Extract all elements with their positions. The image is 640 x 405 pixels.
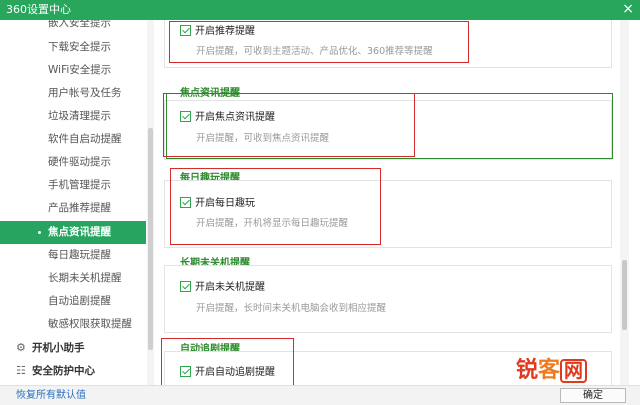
sidebar-scrollbar-thumb[interactable] <box>148 128 153 350</box>
checkbox-icon[interactable] <box>180 196 191 208</box>
sidebar-item-label: 下载安全提示 <box>48 41 111 53</box>
sidebar-item-label: 手机管理提示 <box>48 179 111 191</box>
checkbox-label: 开启自动追剧提醒 <box>195 367 275 378</box>
sidebar-item-auto-drama[interactable]: 自动追剧提醒 <box>0 290 146 313</box>
watermark-text: 网 <box>560 359 588 383</box>
content-scrollbar-thumb[interactable] <box>622 260 627 330</box>
section-title-focus-news: 焦点资讯提醒 <box>180 88 240 99</box>
checkbox-label: 开启未关机提醒 <box>195 282 265 293</box>
sidebar-item-product-recommend[interactable]: 产品推荐提醒 <box>0 197 146 220</box>
sidebar-item-embed-security[interactable]: 嵌入安全提示 <box>0 20 146 35</box>
checkbox-label: 开启焦点资讯提醒 <box>195 112 275 123</box>
sidebar-item-label: 焦点资讯提醒 <box>48 226 111 238</box>
sidebar-item-download-security[interactable]: 下载安全提示 <box>0 36 146 59</box>
title-bar: 360设置中心 × <box>0 0 640 20</box>
site-watermark-logo: 锐客网 <box>516 358 588 384</box>
active-dot-icon <box>38 231 41 234</box>
sidebar-item-junk-cleanup[interactable]: 垃圾清理提示 <box>0 105 146 128</box>
checkbox-label: 开启每日趣玩 <box>195 198 255 209</box>
checkbox-icon[interactable] <box>180 280 191 292</box>
checkbox-enable-auto-drama[interactable]: 开启自动追剧提醒 <box>180 365 275 380</box>
sidebar-item-label: 每日趣玩提醒 <box>48 249 111 261</box>
sidebar-scrollbar[interactable] <box>147 20 154 385</box>
sidebar-item-driver-tips[interactable]: 硬件驱动提示 <box>0 151 146 174</box>
section-description: 开启提醒，开机将显示每日趣玩提醒 <box>196 218 349 229</box>
checkbox-icon[interactable] <box>180 24 191 36</box>
sidebar-item-long-uptime[interactable]: 长期未关机提醒 <box>0 267 146 290</box>
sidebar-group-security-center[interactable]: ☷ 安全防护中心 <box>0 360 146 382</box>
footer-bar: 恢复所有默认值 确定 <box>0 385 640 405</box>
sidebar-item-label: 垃圾清理提示 <box>48 110 111 122</box>
sidebar-item-label: 敏感权限获取提醒 <box>48 318 132 330</box>
checkbox-label: 开启推荐提醒 <box>195 26 255 37</box>
sidebar-item-label: 软件自启动提醒 <box>48 133 122 145</box>
sidebar: 嵌入安全提示 下载安全提示 WiFi安全提示 用户帐号及任务 垃圾清理提示 软件… <box>0 20 148 385</box>
sidebar-item-label: 硬件驱动提示 <box>48 156 111 168</box>
sidebar-item-label: 长期未关机提醒 <box>48 272 122 284</box>
sidebar-item-wifi-security[interactable]: WiFi安全提示 <box>0 59 146 82</box>
sidebar-item-startup-reminder[interactable]: 软件自启动提醒 <box>0 128 146 151</box>
close-icon[interactable]: × <box>622 1 634 17</box>
confirm-button[interactable]: 确定 <box>560 388 626 403</box>
watermark-text: 客 <box>538 358 561 383</box>
watermark-text: 锐 <box>516 358 539 383</box>
section-card-long-uptime <box>164 265 612 333</box>
checkbox-enable-focus-news[interactable]: 开启焦点资讯提醒 <box>180 110 275 125</box>
sidebar-item-label: 嵌入安全提示 <box>48 20 111 29</box>
checkbox-enable-recommend[interactable]: 开启推荐提醒 <box>180 24 255 39</box>
window-title: 360设置中心 <box>6 3 71 16</box>
grid-icon: ☷ <box>16 364 26 377</box>
checkbox-icon[interactable] <box>180 110 191 122</box>
checkbox-enable-daily-fun[interactable]: 开启每日趣玩 <box>180 196 255 211</box>
sidebar-item-label: 自动追剧提醒 <box>48 295 111 307</box>
sidebar-group-label: 安全防护中心 <box>32 365 95 377</box>
sidebar-group-boot-assistant[interactable]: ⚙ 开机小助手 <box>0 337 146 359</box>
sidebar-item-daily-fun[interactable]: 每日趣玩提醒 <box>0 244 146 267</box>
section-card-daily-fun <box>164 180 612 248</box>
checkbox-icon[interactable] <box>180 365 191 377</box>
settings-panel: 开启推荐提醒 开启提醒，可收到主题活动、产品优化、360推荐等提醒 焦点资讯提醒… <box>156 20 618 385</box>
sidebar-item-label: 用户帐号及任务 <box>48 87 122 99</box>
sidebar-group-label: 开机小助手 <box>32 342 85 354</box>
sidebar-item-label: WiFi安全提示 <box>48 64 112 76</box>
sidebar-item-label: 产品推荐提醒 <box>48 202 111 214</box>
gear-icon: ⚙ <box>16 341 26 354</box>
sidebar-item-focus-news[interactable]: 焦点资讯提醒 <box>0 221 146 244</box>
sidebar-item-sensitive-permission[interactable]: 敏感权限获取提醒 <box>0 313 146 336</box>
section-description: 开启提醒，可收到焦点资讯提醒 <box>196 133 330 144</box>
content-scrollbar[interactable] <box>620 20 629 385</box>
section-card-focus-news <box>164 100 612 160</box>
checkbox-enable-uptime[interactable]: 开启未关机提醒 <box>180 280 265 295</box>
sidebar-item-user-account[interactable]: 用户帐号及任务 <box>0 82 146 105</box>
sidebar-item-phone-manager[interactable]: 手机管理提示 <box>0 174 146 197</box>
section-description: 开启提醒，可收到主题活动、产品优化、360推荐等提醒 <box>196 46 433 57</box>
section-description: 开启提醒，长时间未关机电脑会收到相应提醒 <box>196 303 387 314</box>
restore-defaults-link[interactable]: 恢复所有默认值 <box>16 389 86 402</box>
